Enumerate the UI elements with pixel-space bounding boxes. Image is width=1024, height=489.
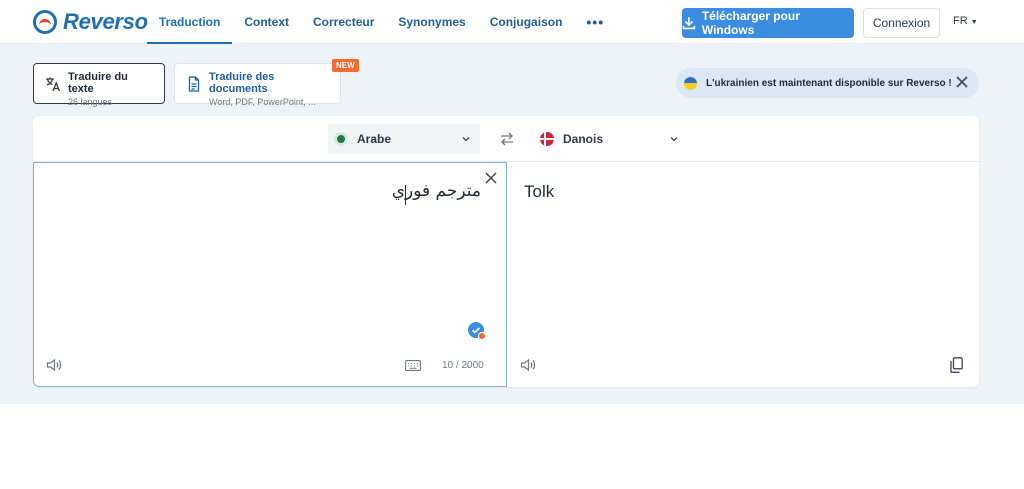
- page-background: [768, 404, 1024, 489]
- mode-doc-title: Traduire des documents: [209, 71, 275, 95]
- mode-doc-subtitle: Word, PDF, PowerPoint, ...: [209, 97, 316, 107]
- translator-card: Arabe Danois مترجم فوري 10 / 2000 Tolk: [33, 116, 979, 387]
- mode-text-subtitle: 26 langues: [68, 97, 113, 107]
- ui-language-select[interactable]: FR ▼: [953, 15, 978, 27]
- danish-flag-icon: [540, 132, 554, 146]
- notice-text: L'ukrainien est maintenant disponible su…: [706, 77, 952, 89]
- brand-name: Reverso: [63, 9, 148, 34]
- chevron-down-icon: [670, 137, 678, 142]
- source-language-label: Arabe: [357, 132, 392, 146]
- copy-icon[interactable]: [950, 357, 963, 373]
- mode-text-title: Traduire du texte: [68, 71, 128, 95]
- nav-item-synonymes[interactable]: Synonymes: [386, 0, 477, 44]
- reverso-logo-icon: [33, 10, 57, 34]
- translation-output: Tolk: [507, 162, 979, 387]
- language-bar: Arabe Danois: [33, 116, 979, 162]
- top-bar: Reverso Traduction Context Correcteur Sy…: [0, 0, 1024, 44]
- speaker-icon[interactable]: [520, 358, 536, 372]
- speaker-icon[interactable]: [46, 358, 62, 372]
- source-text-area[interactable]: مترجم فوري 10 / 2000: [33, 162, 507, 387]
- swap-icon[interactable]: [499, 131, 515, 147]
- mode-translate-text[interactable]: Traduire du texte 26 langues: [33, 63, 165, 107]
- main-nav: Traduction Context Correcteur Synonymes …: [147, 0, 616, 44]
- translate-icon: [46, 77, 61, 92]
- close-icon[interactable]: [955, 75, 969, 89]
- nav-item-traduction[interactable]: Traduction: [147, 0, 233, 44]
- source-language-select[interactable]: Arabe: [328, 124, 480, 154]
- check-icon[interactable]: [468, 322, 486, 340]
- chevron-down-icon: ▼: [970, 19, 978, 26]
- keyboard-icon[interactable]: [405, 360, 421, 371]
- translated-text[interactable]: Tolk: [524, 182, 554, 202]
- download-icon: [682, 17, 696, 30]
- close-icon[interactable]: [484, 171, 498, 185]
- ukrainian-notice: L'ukrainien est maintenant disponible su…: [676, 68, 979, 98]
- download-windows-button[interactable]: Télécharger pour Windows: [682, 8, 854, 38]
- document-icon: [188, 76, 200, 92]
- nav-item-context[interactable]: Context: [232, 0, 301, 44]
- download-label: Télécharger pour Windows: [701, 9, 800, 37]
- nav-more-button[interactable]: •••: [574, 0, 616, 44]
- target-language-select[interactable]: Danois: [536, 124, 688, 154]
- arabic-flag-icon: [334, 132, 348, 146]
- mode-translate-documents[interactable]: Traduire des documents Word, PDF, PowerP…: [174, 63, 341, 107]
- target-language-label: Danois: [563, 132, 604, 146]
- reverso-logo[interactable]: Reverso: [33, 9, 148, 35]
- nav-item-conjugaison[interactable]: Conjugaison: [478, 0, 575, 44]
- nav-item-correcteur[interactable]: Correcteur: [301, 0, 386, 44]
- new-badge: NEW: [332, 59, 359, 72]
- checkmark-glyph: [471, 327, 481, 334]
- chevron-down-icon: [462, 137, 470, 142]
- ukraine-flag-icon: [684, 76, 697, 90]
- login-button[interactable]: Connexion: [863, 8, 940, 38]
- character-counter: 10 / 2000: [442, 360, 484, 371]
- text-cursor: [405, 185, 406, 205]
- ui-language-value: FR: [953, 15, 968, 27]
